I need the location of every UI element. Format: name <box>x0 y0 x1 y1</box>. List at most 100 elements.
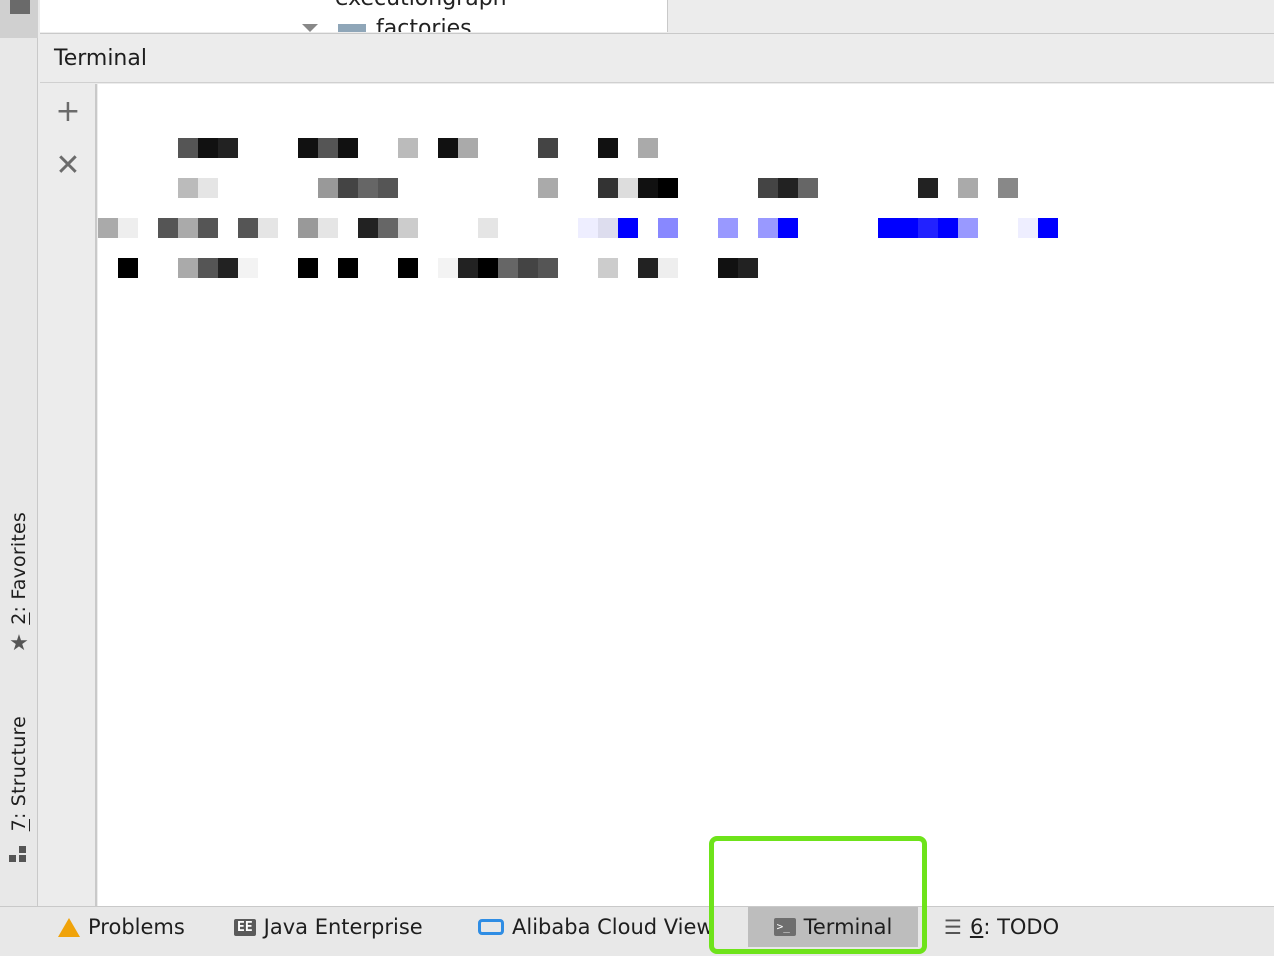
highlight-box <box>709 836 927 954</box>
redacted-text-block <box>178 218 198 238</box>
redacted-text-block <box>358 218 378 238</box>
todo-tab[interactable]: ☰ 6: TODO <box>934 907 1069 947</box>
tree-item[interactable]: factories <box>376 16 472 32</box>
redacted-text-block <box>718 218 738 238</box>
redacted-text-block <box>778 218 798 238</box>
redacted-text-block <box>158 218 178 238</box>
redacted-text-block <box>478 218 498 238</box>
redacted-text-block <box>958 218 978 238</box>
redacted-text-block <box>398 138 418 158</box>
redacted-text-block <box>198 178 218 198</box>
redacted-text-block <box>658 178 678 198</box>
redacted-text-block <box>758 178 778 198</box>
ide-window: 2: Favorites ★ 7: Structure executiongra… <box>0 0 1274 956</box>
redacted-text-block <box>538 178 558 198</box>
redacted-text-block <box>378 218 398 238</box>
redacted-text-block <box>918 178 938 198</box>
terminal-toolbar: + ✕ <box>40 84 97 906</box>
redacted-text-block <box>638 258 658 278</box>
redacted-text-block <box>338 138 358 158</box>
redacted-text-block <box>438 138 458 158</box>
redacted-text-block <box>498 258 518 278</box>
folder-icon <box>338 24 366 32</box>
redacted-text-block <box>178 138 198 158</box>
redacted-text-block <box>778 178 798 198</box>
redacted-text-block <box>218 138 238 158</box>
redacted-text-block <box>338 258 358 278</box>
java-enterprise-tab[interactable]: EE Java Enterprise <box>224 907 433 947</box>
favorites-tab-label: 2: Favorites <box>8 512 30 625</box>
star-icon: ★ <box>9 630 29 656</box>
ee-icon: EE <box>234 918 256 936</box>
redacted-text-block <box>638 178 658 198</box>
redacted-text-block <box>618 218 638 238</box>
redacted-text-block <box>438 258 458 278</box>
redacted-text-block <box>298 138 318 158</box>
redacted-text-block <box>718 258 738 278</box>
tree-item[interactable]: executiongraph <box>335 0 507 11</box>
alibaba-tab-label: Alibaba Cloud View <box>512 915 714 939</box>
left-tool-strip: 2: Favorites ★ 7: Structure <box>0 0 38 906</box>
redacted-text-block <box>198 218 218 238</box>
redacted-text-block <box>178 258 198 278</box>
alibaba-cloud-view-tab[interactable]: Alibaba Cloud View <box>468 907 724 947</box>
redacted-text-block <box>378 178 398 198</box>
chevron-down-icon[interactable] <box>302 24 318 32</box>
redacted-text-block <box>618 178 638 198</box>
plus-icon[interactable]: + <box>54 97 82 127</box>
redacted-text-block <box>658 218 678 238</box>
redacted-text-block <box>478 258 498 278</box>
close-icon[interactable]: ✕ <box>54 151 82 181</box>
redacted-text-block <box>898 218 918 238</box>
redacted-text-block <box>878 218 898 238</box>
java-enterprise-tab-label: Java Enterprise <box>263 915 423 939</box>
favorites-tool-tab[interactable]: 2: Favorites ★ <box>0 512 38 655</box>
redacted-text-block <box>458 138 478 158</box>
redacted-text-block <box>398 218 418 238</box>
structure-tab-label: 7: Structure <box>8 716 30 832</box>
redacted-text-block <box>118 218 138 238</box>
redacted-text-block <box>238 218 258 238</box>
redacted-text-block <box>538 258 558 278</box>
redacted-text-block <box>938 218 958 238</box>
redacted-text-block <box>238 258 258 278</box>
redacted-text-block <box>918 218 938 238</box>
redacted-text-block <box>318 138 338 158</box>
redacted-text-block <box>638 138 658 158</box>
redacted-text-block <box>518 258 538 278</box>
redacted-text-block <box>538 138 558 158</box>
redacted-text-block <box>458 258 478 278</box>
redacted-text-block <box>758 218 778 238</box>
redacted-text-block <box>218 258 238 278</box>
redacted-text-block <box>578 218 598 238</box>
redacted-text-block <box>958 178 978 198</box>
terminal-panel-header: Terminal <box>40 33 1274 83</box>
redacted-text-block <box>998 178 1018 198</box>
redacted-text-block <box>338 178 358 198</box>
editor-area <box>669 0 1274 32</box>
redacted-text-block <box>198 258 218 278</box>
problems-tab-label: Problems <box>88 915 185 939</box>
redacted-text-block <box>738 258 758 278</box>
redacted-text-block <box>178 178 198 198</box>
project-tool-button[interactable] <box>0 0 38 38</box>
redacted-text-block <box>258 218 278 238</box>
redacted-text-block <box>358 178 378 198</box>
todo-tab-label: 6: TODO <box>969 915 1060 939</box>
redacted-text-block <box>98 218 118 238</box>
redacted-text-block <box>598 258 618 278</box>
terminal-output[interactable] <box>98 84 1274 906</box>
redacted-text-block <box>398 258 418 278</box>
redacted-text-block <box>598 178 618 198</box>
redacted-text-block <box>198 138 218 158</box>
structure-icon <box>9 845 29 863</box>
redacted-text-block <box>298 218 318 238</box>
problems-tab[interactable]: Problems <box>48 907 195 947</box>
structure-tool-tab[interactable]: 7: Structure <box>0 716 38 863</box>
project-icon <box>10 0 30 14</box>
panel-title: Terminal <box>54 46 147 71</box>
list-icon: ☰ <box>944 915 962 939</box>
redacted-text-block <box>318 178 338 198</box>
redacted-text-block <box>1038 218 1058 238</box>
redacted-text-block <box>298 258 318 278</box>
